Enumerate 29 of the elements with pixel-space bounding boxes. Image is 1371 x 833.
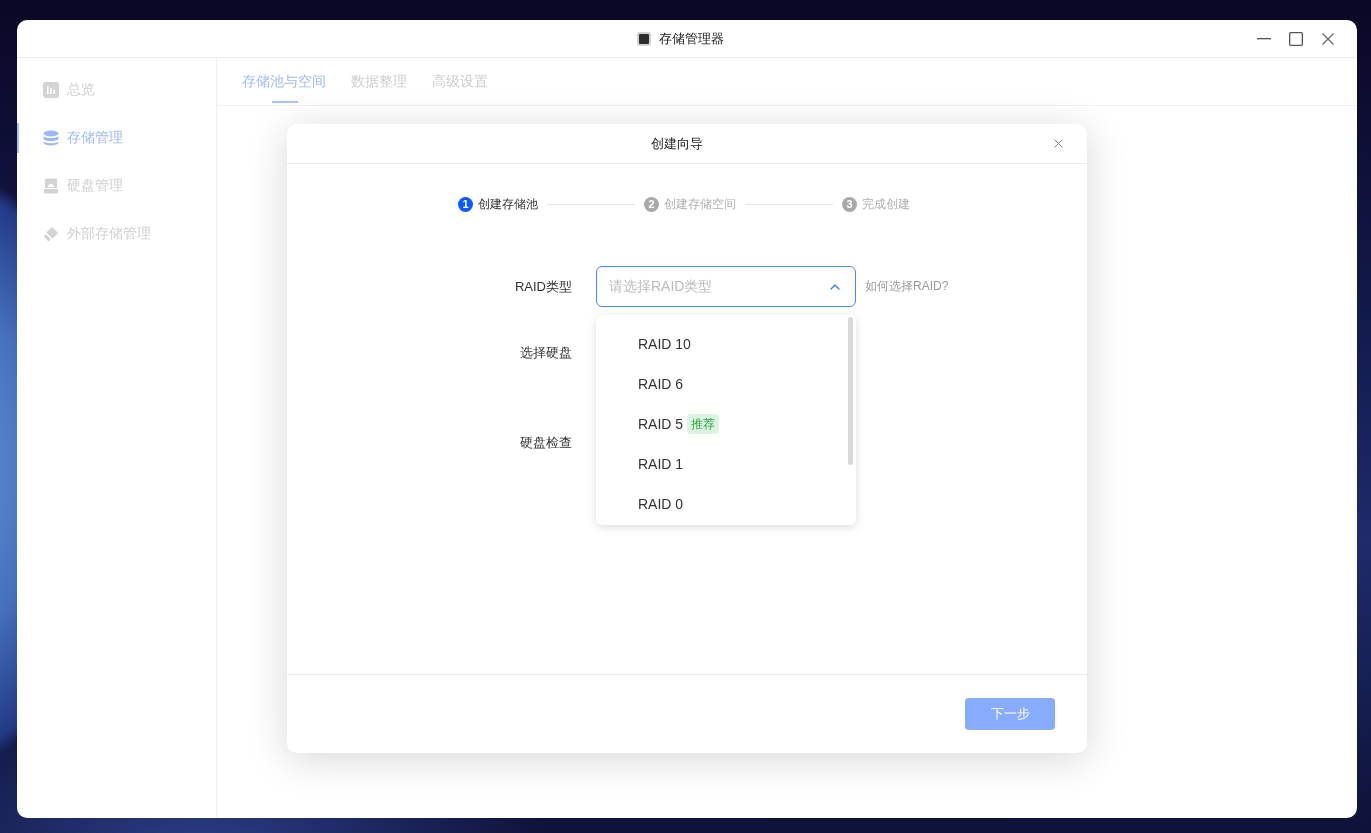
window-title: 存储管理器: [659, 29, 724, 48]
usb-stick-icon: [43, 226, 59, 242]
field-label: 选择硬盘: [519, 344, 572, 362]
close-icon: [1322, 32, 1334, 45]
app-icon: [637, 31, 651, 46]
dialog-title: 创建向导: [651, 134, 703, 153]
minimize-icon: [1257, 37, 1271, 40]
maximize-icon: [1289, 31, 1303, 46]
sidebar-item[interactable]: 存储管理: [17, 123, 216, 153]
database-icon: [43, 130, 59, 146]
step-number: 2: [644, 196, 659, 212]
step-number: 3: [842, 196, 857, 212]
step-number: 1: [458, 196, 473, 212]
help-link[interactable]: 如何选择RAID?: [865, 278, 949, 295]
scrollbar-thumb[interactable]: [848, 317, 853, 465]
tab[interactable]: 存储池与空间: [242, 58, 326, 106]
raid-type-select[interactable]: 请选择RAID类型: [596, 266, 856, 307]
dropdown-option[interactable]: RAID 0: [596, 484, 856, 524]
recommended-badge: 推荐: [687, 414, 720, 434]
dropdown-option[interactable]: RAID 1: [596, 444, 856, 484]
field-label: 硬盘检查: [519, 434, 572, 452]
dropdown-option[interactable]: RAID 10: [596, 324, 856, 364]
hard-drive-icon: [43, 178, 59, 194]
dropdown-option[interactable]: RAID 6: [596, 364, 856, 404]
chart-icon: [43, 82, 59, 98]
field-label: RAID类型: [513, 278, 572, 296]
step-label: 完成创建: [862, 195, 910, 213]
step-label: 创建存储池: [478, 195, 538, 213]
step-label: 创建存储空间: [664, 195, 736, 213]
